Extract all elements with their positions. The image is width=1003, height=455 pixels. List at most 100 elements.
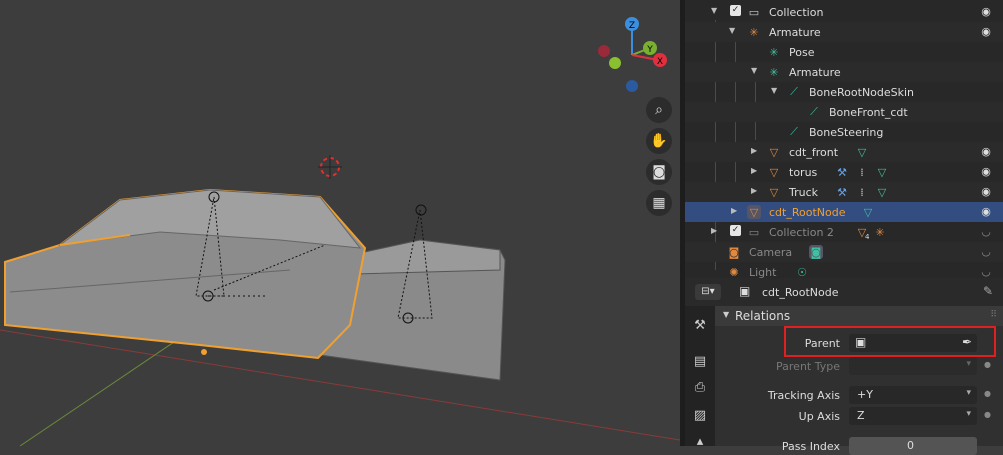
panel-title: Relations [735, 309, 791, 323]
collapse-chevron-icon: ▼ [723, 310, 730, 319]
ortho-grid-icon[interactable]: ▦ [646, 190, 672, 216]
row-label: Light [749, 266, 777, 278]
eye-icon[interactable]: ◉ [979, 145, 993, 159]
gizmo-x-label: X [657, 57, 663, 67]
mesh-data-icon: ▽ [863, 205, 873, 219]
hide-toggle-icon[interactable]: ◡ [979, 225, 993, 239]
checkbox-icon[interactable]: ✓ [730, 225, 741, 236]
pass-index-field[interactable]: 0 [849, 437, 977, 455]
row-label: cdt_front [789, 146, 839, 159]
outliner-row-camera[interactable]: ◙ Camera ◙ ◡ [685, 242, 1003, 262]
camera-icon: ◙ [728, 245, 740, 259]
3d-cursor-icon [318, 155, 342, 179]
outliner-row-armature-data[interactable]: ▼ ✳ Armature [685, 62, 1003, 82]
outliner-row-armature[interactable]: ▼ ✳ Armature ◉ [685, 22, 1003, 42]
row-label: BoneFront_cdt [829, 106, 908, 119]
camera-view-icon[interactable]: ◙ [646, 159, 672, 185]
mesh-object-icon: ▽ [769, 165, 779, 179]
outliner-row-cdt-front[interactable]: ▶ ▽ cdt_front ▽ ◉ [685, 142, 1003, 162]
mesh-object-icon: ▽ [769, 145, 779, 159]
outliner-row-cdt-rootnode[interactable]: ▶ ▽ cdt_RootNode ▽ ◉ [685, 202, 1003, 222]
editor-type-menu-icon[interactable]: ⊟▾ [695, 284, 721, 300]
pan-hand-icon[interactable]: ✋ [646, 128, 672, 154]
parent-type-dropdown[interactable]: ▾ [849, 357, 977, 375]
row-label: Armature [769, 26, 821, 39]
drag-handle-icon[interactable]: ⠿ [990, 310, 997, 320]
relations-panel-header[interactable]: ▼ Relations ⠿ [715, 306, 1003, 326]
outliner-row-truck[interactable]: ▶ ▽ Truck ⚒ ⁞ ▽ ◉ [685, 182, 1003, 202]
vertex-groups-icon: ⁞ [860, 185, 864, 199]
tracking-axis-label: Tracking Axis [767, 389, 840, 402]
parent-label: Parent [804, 337, 840, 350]
collection-icon: ▭ [748, 5, 760, 19]
bone-icon: ⟋ [790, 125, 798, 138]
mesh-data-icon: ▽ [857, 145, 867, 159]
eyedropper-icon[interactable]: ✒ [962, 335, 972, 349]
hide-toggle-icon[interactable]: ◡ [979, 265, 993, 278]
armature-icon: ✳ [749, 25, 759, 39]
outliner-row-collection-2[interactable]: ▶ ✓ ▭ Collection 2 ▽ 4 ✳ ◡ [685, 222, 1003, 242]
armature-data-icon: ✳ [769, 65, 779, 79]
outliner-row-collection[interactable]: ▼ ✓ ▭ Collection ◉ [685, 2, 1003, 22]
mesh-object-icon: ▽ [747, 205, 761, 219]
outliner-row-bone-front[interactable]: ⟋ BoneFront_cdt [685, 102, 1003, 122]
light-data-icon: ☉ [797, 265, 807, 279]
camera-data-icon: ◙ [809, 245, 823, 259]
outliner-row-pose[interactable]: ✳ Pose [685, 42, 1003, 62]
mesh-data-icon: ▽ [877, 165, 887, 179]
wrench-icon: ⚒ [837, 185, 847, 199]
3d-viewport[interactable]: Z Y X ⌕ ✋ ◙ ▦ [0, 0, 680, 446]
tool-tab-icon[interactable]: ⚒ [691, 318, 709, 336]
properties-header: ⊟▾ ▣ cdt_RootNode ✎ [685, 278, 1003, 306]
hide-toggle-icon[interactable]: ◡ [979, 245, 993, 259]
parent-type-label: Parent Type [776, 360, 840, 373]
tracking-axis-value: +Y [857, 388, 873, 401]
gizmo-z-label: Z [629, 21, 635, 31]
eye-icon[interactable]: ◉ [979, 185, 993, 199]
up-axis-dropdown[interactable]: Z ▾ [849, 407, 977, 425]
tracking-axis-dropdown[interactable]: +Y ▾ [849, 386, 977, 404]
vertex-groups-icon: ⁞ [860, 165, 864, 179]
parent-field[interactable]: ▣ ✒ [849, 334, 977, 352]
pin-icon[interactable]: ✎ [983, 284, 993, 298]
object-type-icon: ▣ [855, 335, 867, 349]
mesh-data-icon: ▽ [877, 185, 887, 199]
viewport-scene[interactable]: Z Y X [0, 0, 680, 446]
keyframe-dot-icon[interactable]: ● [984, 360, 991, 369]
eye-icon[interactable]: ◉ [979, 205, 993, 219]
child-count-badge: 4 [865, 233, 870, 241]
eye-icon[interactable]: ◉ [979, 5, 993, 19]
eye-icon[interactable]: ◉ [979, 165, 993, 179]
row-label: Truck [789, 186, 819, 199]
outliner-row-torus[interactable]: ▶ ▽ torus ⚒ ⁞ ▽ ◉ [685, 162, 1003, 182]
row-label: Pose [789, 46, 815, 59]
row-label: Collection [769, 6, 824, 19]
row-label: BoneRootNodeSkin [809, 86, 915, 99]
outliner-row-bone-steering[interactable]: ⟋ BoneSteering [685, 122, 1003, 142]
eye-icon[interactable]: ◉ [979, 25, 993, 39]
pass-index-label: Pass Index [781, 440, 840, 453]
properties-tabs: ⚒ ▤ ⎙ ▨ ▴ [685, 306, 715, 449]
object-name-label: cdt_RootNode [762, 286, 839, 299]
outliner-row-bone-root[interactable]: ▼ ⟋ BoneRootNodeSkin [685, 82, 1003, 102]
up-axis-label: Up Axis [798, 410, 840, 423]
up-axis-value: Z [857, 409, 865, 422]
mesh-object-icon: ▽ [769, 185, 779, 199]
properties-editor[interactable]: ⊟▾ ▣ cdt_RootNode ✎ ⚒ ▤ ⎙ ▨ ▴ ▼ Relation… [685, 278, 1003, 455]
gizmo-y-label: Y [646, 45, 653, 55]
object-type-icon: ▣ [739, 284, 751, 298]
row-label: Collection 2 [769, 226, 834, 239]
wrench-icon: ⚒ [837, 165, 847, 179]
outliner[interactable]: ▼ ✓ ▭ Collection ◉ ▼ ✳ Armature ◉ ✳ Pose… [685, 0, 1003, 278]
light-icon: ✺ [729, 265, 739, 279]
keyframe-dot-icon[interactable]: ● [984, 410, 991, 419]
checkbox-icon[interactable]: ✓ [730, 5, 741, 16]
row-label: BoneSteering [809, 126, 884, 139]
keyframe-dot-icon[interactable]: ● [984, 389, 991, 398]
collection-icon: ▭ [748, 225, 760, 239]
row-label: Armature [789, 66, 841, 79]
row-label: Camera [749, 246, 793, 259]
outliner-row-light[interactable]: ✺ Light ☉ ◡ [685, 262, 1003, 278]
row-label: torus [789, 166, 818, 179]
zoom-icon[interactable]: ⌕ [646, 97, 672, 123]
